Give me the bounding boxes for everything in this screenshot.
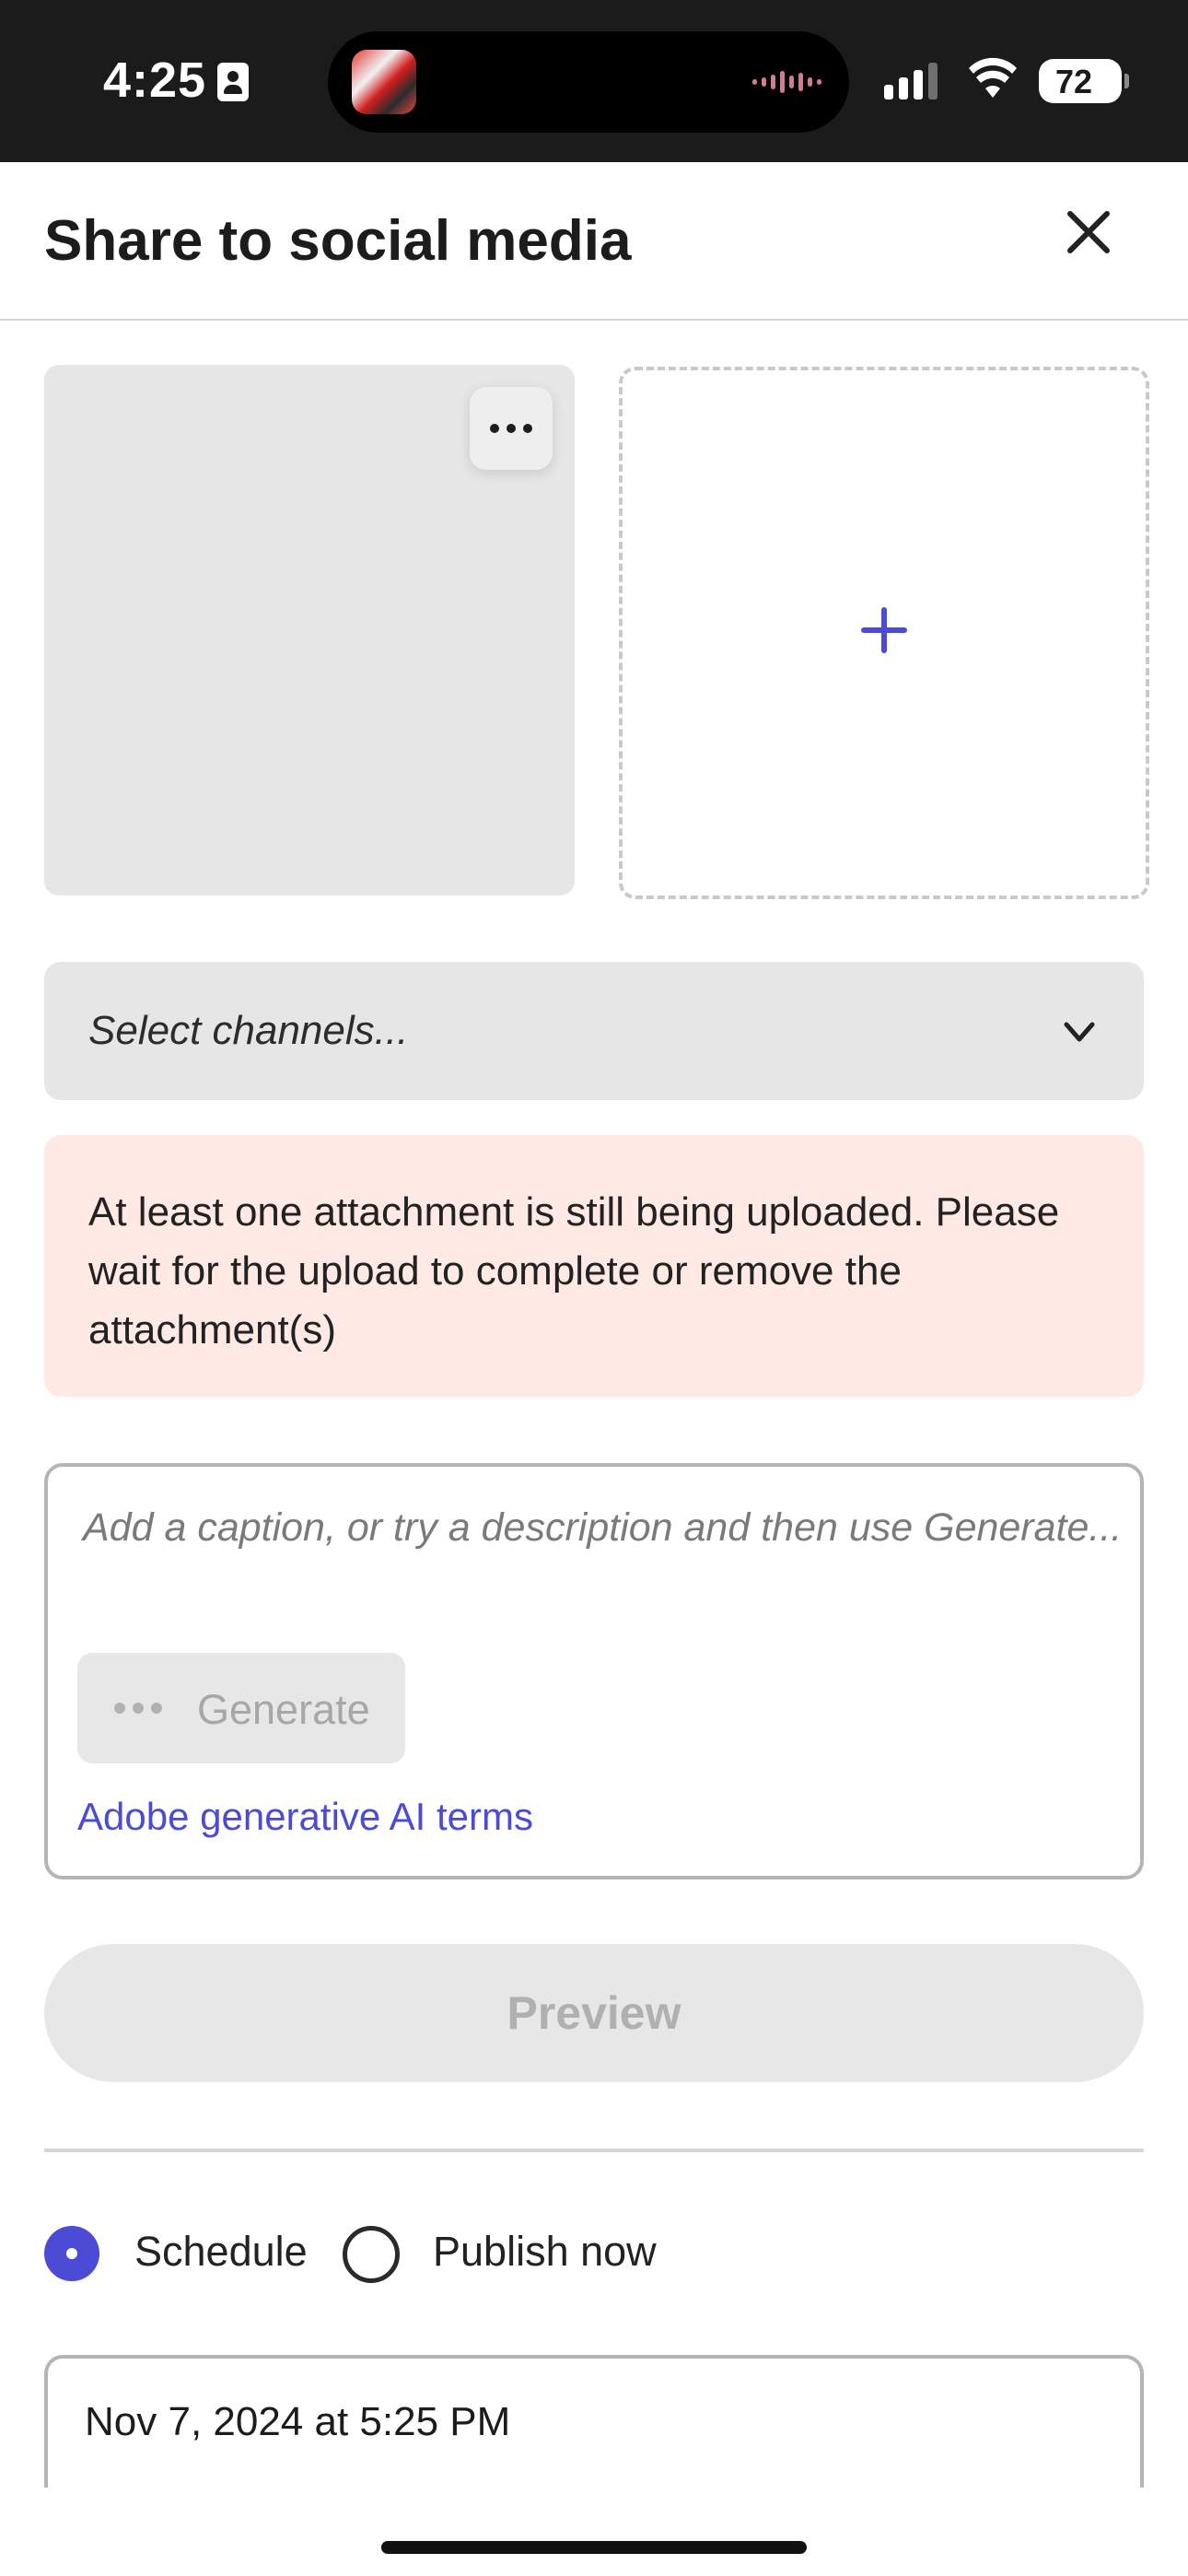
generate-label: Generate — [197, 1686, 370, 1733]
home-indicator — [381, 2541, 807, 2554]
schedule-datetime-field[interactable]: Nov 7, 2024 at 5:25 PM — [44, 2355, 1144, 2488]
page-title: Share to social media — [44, 209, 632, 273]
more-options-button[interactable] — [470, 387, 553, 470]
battery-level: 72 — [1054, 63, 1093, 100]
channel-select[interactable]: Select channels... — [44, 962, 1144, 1100]
generate-button[interactable]: Generate — [77, 1653, 405, 1763]
cellular-signal-icon — [884, 63, 938, 100]
status-bar: 4:25 72 — [0, 0, 1188, 162]
schedule-label[interactable]: Schedule — [134, 2228, 308, 2276]
battery-icon: 72 — [1039, 59, 1129, 103]
schedule-datetime-value: Nov 7, 2024 at 5:25 PM — [85, 2399, 511, 2444]
ai-terms-link[interactable]: Adobe generative AI terms — [77, 1795, 533, 1839]
preview-button[interactable]: Preview — [44, 1944, 1144, 2082]
sheet-header: Share to social media — [0, 162, 1188, 321]
divider — [44, 2149, 1144, 2152]
publish-now-label[interactable]: Publish now — [433, 2228, 657, 2276]
wifi-icon — [969, 57, 1017, 98]
dynamic-island — [328, 31, 849, 133]
caption-placeholder: Add a caption, or try a description and … — [83, 1505, 1123, 1550]
plus-icon[interactable] — [861, 607, 907, 653]
status-time: 4:25 — [103, 53, 207, 108]
audio-wave-icon — [752, 70, 821, 94]
caption-input[interactable]: Add a caption, or try a description and … — [44, 1463, 1144, 1879]
chevron-down-icon — [1064, 1022, 1095, 1042]
more-horizontal-icon — [490, 424, 499, 433]
schedule-radio[interactable] — [44, 2226, 99, 2281]
upload-warning-alert: At least one attachment is still being u… — [44, 1135, 1144, 1397]
channel-select-placeholder: Select channels... — [88, 1008, 409, 1053]
now-playing-artwork — [352, 50, 416, 114]
alert-message: At least one attachment is still being u… — [88, 1189, 1060, 1352]
close-icon[interactable] — [1059, 203, 1118, 262]
publish-now-radio[interactable] — [343, 2226, 400, 2283]
more-horizontal-icon — [114, 1703, 162, 1714]
contact-card-icon — [217, 63, 249, 101]
